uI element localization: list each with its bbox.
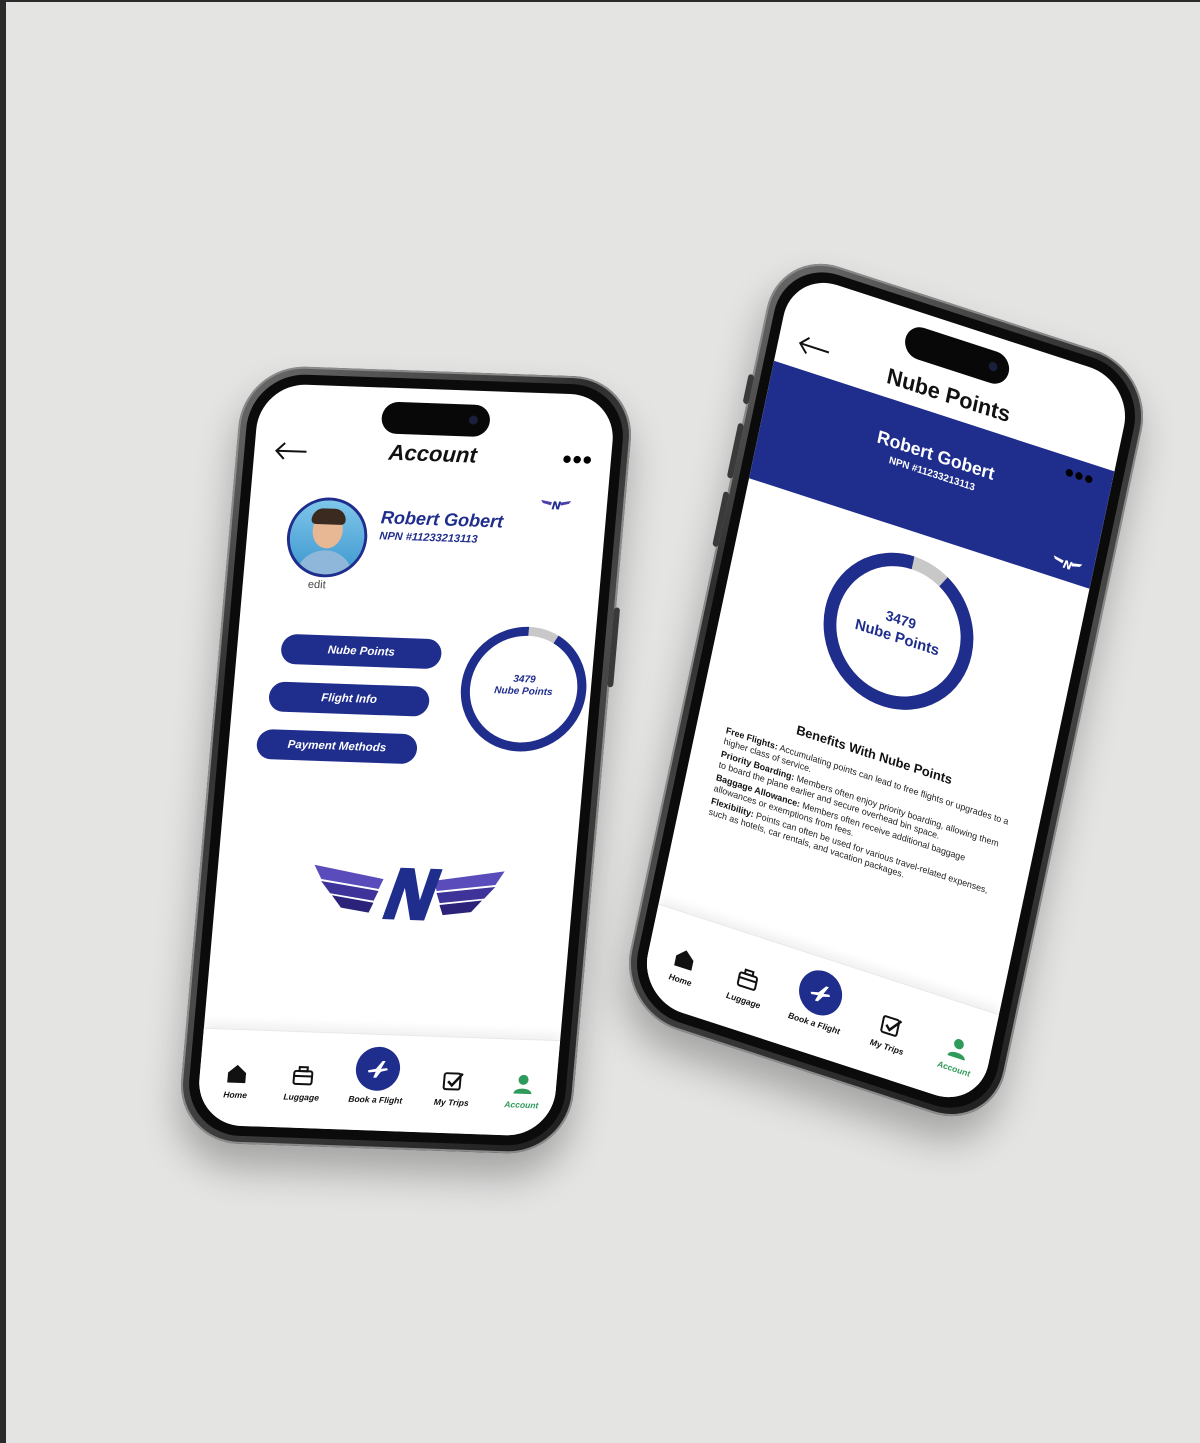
phone-nube-points: Nube Points Robert Gobert NPN #112332131… <box>617 247 1155 1133</box>
power-button <box>607 607 621 688</box>
more-dots-icon[interactable]: ••• <box>561 444 594 475</box>
tab-account[interactable]: Account <box>919 1025 994 1084</box>
tab-my-trips[interactable]: My Trips <box>416 1068 489 1108</box>
plane-icon <box>810 986 830 1002</box>
dynamic-island <box>380 401 492 438</box>
nube-points-button[interactable]: Nube Points <box>279 633 443 670</box>
tab-book-flight[interactable]: Book a Flight <box>340 1046 413 1106</box>
tab-luggage[interactable]: Luggage <box>266 1063 339 1103</box>
luggage-icon <box>736 968 758 991</box>
avatar[interactable] <box>283 496 371 579</box>
tab-book-flight[interactable]: Book a Flight <box>780 964 855 1039</box>
tab-bar: Home Luggage Book a Flight My Trips Acco… <box>638 903 1000 1110</box>
profile-name: Robert Gobert <box>380 507 505 532</box>
user-icon <box>513 1074 532 1095</box>
book-flight-button[interactable] <box>354 1046 402 1092</box>
tab-label: Account <box>503 1099 539 1111</box>
tab-label: My Trips <box>433 1096 470 1108</box>
tab-luggage[interactable]: Luggage <box>709 957 784 1016</box>
points-donut: 3479 Nube Points <box>805 528 991 734</box>
left-edge <box>0 0 6 1443</box>
mute-switch <box>742 373 755 405</box>
points-donut[interactable]: 3479 Nube Points <box>453 622 594 756</box>
checkbox-icon <box>880 1015 903 1037</box>
tab-label: Book a Flight <box>347 1093 403 1106</box>
tab-my-trips[interactable]: My Trips <box>852 1004 927 1063</box>
page-title: Account <box>387 439 478 468</box>
benefits-section: Benefits With Nube Points Free Flights: … <box>707 701 1019 913</box>
home-icon <box>674 950 694 971</box>
svg-text:N: N <box>551 499 561 512</box>
tab-home[interactable]: Home <box>200 1061 273 1101</box>
tab-account[interactable]: Account <box>486 1071 559 1111</box>
payment-methods-button[interactable]: Payment Methods <box>255 728 419 765</box>
user-icon <box>947 1039 965 1061</box>
profile-card: edit Robert Gobert NPN #11233213113 N <box>281 496 591 616</box>
nube-logo <box>314 864 505 921</box>
flight-info-button[interactable]: Flight Info <box>267 681 431 717</box>
svg-text:N: N <box>1062 558 1074 574</box>
phone-account: Account ••• edit Robert Gobert NPN #1123… <box>175 364 637 1156</box>
top-edge <box>0 0 1200 2</box>
profile-npn: NPN #11233213113 <box>378 530 479 546</box>
plane-icon <box>367 1060 388 1078</box>
checkbox-icon <box>442 1072 464 1091</box>
edit-link[interactable]: edit <box>307 579 326 592</box>
nube-points-screen: Nube Points Robert Gobert NPN #112332131… <box>638 270 1134 1110</box>
more-dots-icon[interactable]: ••• <box>1062 456 1097 495</box>
tab-label: Luggage <box>283 1091 320 1103</box>
brand-logo-icon: N <box>1053 555 1083 574</box>
account-screen: Account ••• edit Robert Gobert NPN #1123… <box>195 383 617 1137</box>
luggage-icon <box>292 1066 314 1086</box>
tab-label: Home <box>222 1089 248 1101</box>
home-icon <box>227 1064 247 1084</box>
profile-name: Robert Gobert <box>875 426 997 484</box>
brand-logo-icon: N <box>541 499 572 512</box>
book-flight-button[interactable] <box>794 964 847 1022</box>
tab-bar: Home Luggage Book a Flight My Trips Acco… <box>195 1027 561 1137</box>
